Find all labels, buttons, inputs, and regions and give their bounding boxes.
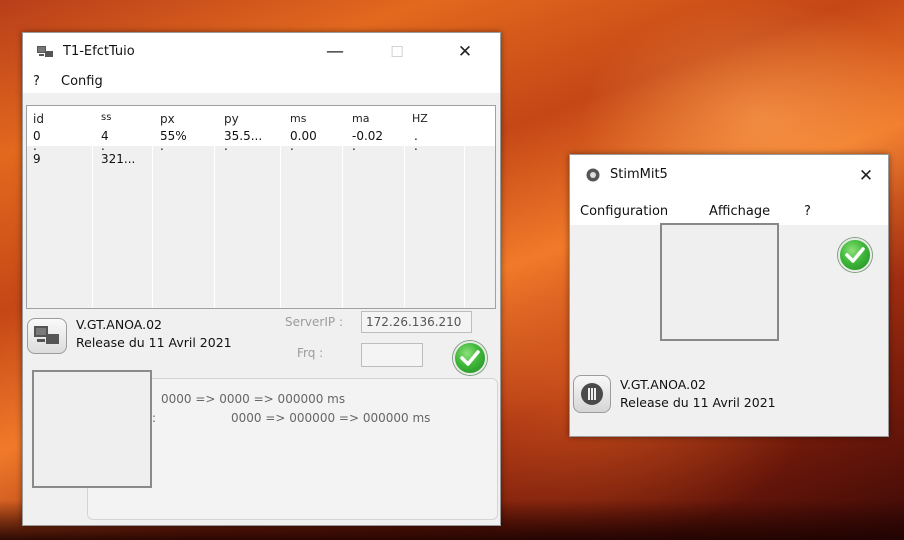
table-cell: . [33, 139, 37, 153]
column-divider [404, 106, 405, 308]
menu-config[interactable]: Config [61, 74, 103, 89]
column-divider [214, 106, 215, 308]
close-button[interactable]: ✕ [445, 39, 485, 65]
maximize-button[interactable]: ☐ [377, 39, 417, 65]
menu-configuration[interactable]: Configuration [580, 204, 668, 219]
column-divider [92, 106, 93, 308]
tuio-table[interactable]: id ss px py ms ma HZ 0 4 55% 35.5... 0.0… [26, 105, 496, 309]
table-cell: . [352, 139, 356, 153]
green-check-icon [838, 238, 872, 272]
menu-bar: Configuration Affichage ? [570, 195, 888, 225]
window-t1-efcttuio: T1-EfctTuio — ☐ ✕ ? Config id ss px py m… [22, 32, 501, 526]
table-cell: . [224, 139, 228, 153]
stim-record-icon [586, 168, 600, 182]
column-divider [152, 106, 153, 308]
timing-line-2: 0000 => 000000 => 000000 ms [231, 411, 431, 425]
stim-record-icon [581, 383, 603, 405]
window-title: StimMit5 [610, 167, 668, 182]
server-ip-field[interactable]: 172.26.136.210 [361, 311, 472, 333]
column-divider [280, 106, 281, 308]
timing-line-1: 0000 => 0000 => 000000 ms [161, 392, 346, 406]
col-header-hz[interactable]: HZ [412, 112, 428, 125]
table-cell: . [160, 139, 164, 153]
release-label: Release du 11 Avril 2021 [76, 335, 232, 350]
menu-help[interactable]: ? [33, 74, 40, 89]
computer-network-icon [34, 326, 59, 344]
release-label: Release du 11 Avril 2021 [620, 395, 776, 410]
table-cell: 9 [33, 152, 41, 166]
title-bar[interactable]: T1-EfctTuio — ☐ ✕ [23, 33, 500, 71]
table-cell: . [101, 139, 105, 153]
col-header-ss[interactable]: ss [101, 112, 111, 123]
menu-help[interactable]: ? [804, 204, 811, 219]
frq-label: Frq : [297, 346, 324, 360]
table-cell: 321... [101, 152, 136, 166]
green-check-icon [453, 341, 487, 375]
window-stimmit5: StimMit5 ✕ Configuration Affichage ? V.G… [569, 154, 889, 437]
stim-button[interactable] [573, 375, 611, 413]
table-cell: 35.5... [224, 129, 263, 143]
col-header-ma[interactable]: ma [352, 112, 369, 125]
minimize-button[interactable]: — [315, 39, 355, 65]
window-title: T1-EfctTuio [63, 44, 135, 59]
version-label: V.GT.ANOA.02 [620, 377, 707, 392]
col-header-px[interactable]: px [160, 112, 175, 126]
title-bar[interactable]: StimMit5 ✕ [570, 155, 888, 195]
col-header-py[interactable]: py [224, 112, 239, 126]
server-ip-label: ServerIP : [285, 315, 343, 329]
version-label: V.GT.ANOA.02 [76, 317, 163, 332]
column-divider [342, 106, 343, 308]
table-cell: 0.00 [290, 129, 317, 143]
frq-field[interactable] [361, 343, 423, 367]
table-cell: 55% [160, 129, 187, 143]
table-cell: . [290, 139, 294, 153]
col-header-ms[interactable]: ms [290, 112, 306, 125]
menu-bar: ? Config [23, 71, 500, 93]
network-button[interactable] [27, 318, 67, 354]
preview-box [660, 223, 779, 341]
menu-affichage[interactable]: Affichage [709, 204, 770, 219]
column-divider [464, 106, 465, 308]
table-cell: . [414, 139, 418, 153]
computer-network-icon [37, 46, 53, 57]
preview-box [32, 370, 152, 488]
table-cell: -0.02 [352, 129, 384, 143]
timing-line-2-prefix: : [152, 411, 157, 425]
col-header-id[interactable]: id [33, 112, 44, 126]
close-button[interactable]: ✕ [846, 163, 886, 189]
